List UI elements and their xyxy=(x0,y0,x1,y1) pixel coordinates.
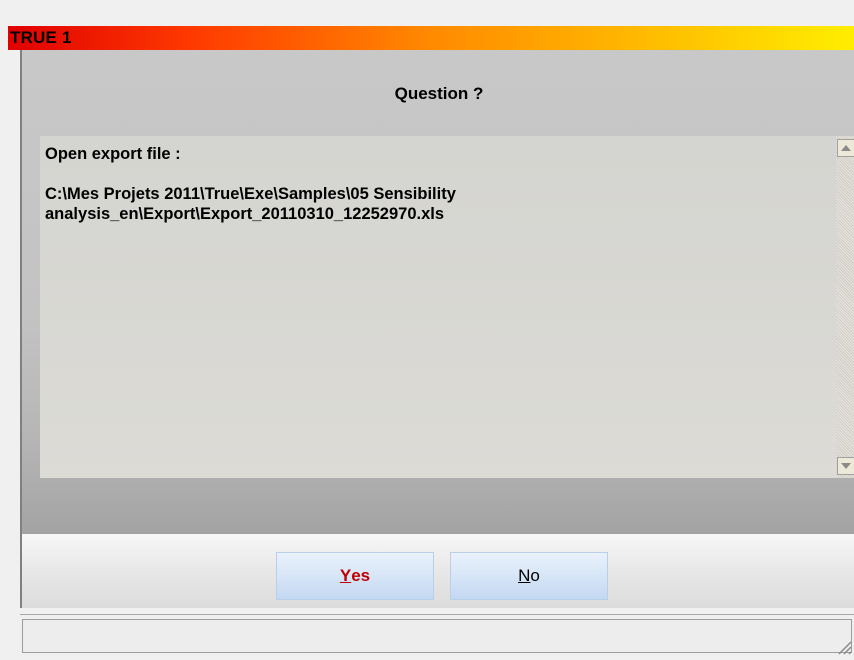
yes-button-label: es xyxy=(351,566,371,585)
status-bar xyxy=(20,614,854,657)
status-field xyxy=(22,619,852,653)
yes-button[interactable]: Yes xyxy=(276,552,434,600)
message-line-path-1: C:\Mes Projets 2011\True\Exe\Samples\05 … xyxy=(45,185,456,203)
message-panel: Question ? Open export file : C:\Mes Pro… xyxy=(20,50,854,534)
resize-grip-icon[interactable] xyxy=(834,637,852,655)
dialog-heading: Question ? xyxy=(394,84,484,103)
no-button-mnemonic: N xyxy=(518,566,531,585)
message-textbox[interactable]: Open export file : C:\Mes Projets 2011\T… xyxy=(40,136,854,478)
scroll-down-arrow-icon[interactable] xyxy=(837,457,854,475)
no-button-label: o xyxy=(530,566,540,585)
vertical-scrollbar[interactable] xyxy=(836,136,854,478)
message-line-prompt: Open export file : xyxy=(45,145,181,163)
message-text: Open export file : C:\Mes Projets 2011\T… xyxy=(45,144,815,224)
message-line-path-2: analysis_en\Export\Export_20110310_12252… xyxy=(45,205,445,223)
dialog-window: TRUE 1 Question ? Open export file : C:\… xyxy=(6,6,854,657)
no-button[interactable]: No xyxy=(450,552,608,600)
yes-button-mnemonic: Y xyxy=(339,566,352,585)
window-title: TRUE 1 xyxy=(10,28,72,47)
scroll-up-arrow-icon[interactable] xyxy=(837,139,854,157)
button-bar: Yes No xyxy=(20,534,854,608)
title-bar[interactable]: TRUE 1 xyxy=(8,26,854,50)
